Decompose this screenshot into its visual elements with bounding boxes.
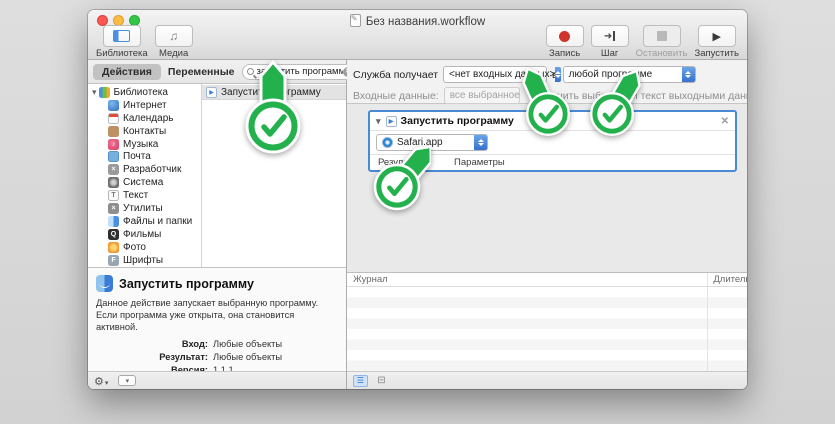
- checkmark-marker-application-popup: [590, 69, 641, 136]
- category-text[interactable]: T Текст: [88, 189, 201, 202]
- input-data-label: Входные данные:: [353, 89, 439, 102]
- category-contacts[interactable]: Контакты: [88, 125, 201, 138]
- run-button-label: Запустить: [694, 48, 739, 59]
- run-application-action-icon: [206, 86, 217, 98]
- toolbar: Библиотека Медиа Запись Шаг Останов: [88, 25, 747, 60]
- checkmark-marker-search: [245, 59, 301, 154]
- toggle-info-panel-button[interactable]: [118, 375, 137, 386]
- log-rows: [347, 287, 747, 371]
- finder-icon: [96, 275, 113, 292]
- category-label: Шрифты: [123, 254, 164, 266]
- disclosure-triangle-icon[interactable]: [92, 87, 99, 98]
- files-folders-icon: [108, 215, 119, 227]
- category-music[interactable]: ♪ Музыка: [88, 138, 201, 151]
- system-gear-icon: [108, 177, 119, 189]
- log-pane: Журнал Длительность: [347, 272, 747, 371]
- tab-variables[interactable]: Переменные: [161, 64, 242, 80]
- mail-icon: [108, 151, 119, 163]
- run-play-icon: [713, 27, 721, 45]
- spec-value: Любые объекты: [213, 339, 283, 350]
- popup-stepper-icon: [681, 67, 695, 82]
- category-list: Библиотека Интернет Календарь Контакты ♪…: [88, 84, 202, 267]
- log-header: Журнал Длительность: [347, 273, 747, 287]
- category-utilities[interactable]: × Утилиты: [88, 202, 201, 215]
- gear-icon: [94, 372, 104, 389]
- category-pdf[interactable]: PPDF-файлы: [88, 266, 201, 267]
- category-label: Почта: [123, 151, 151, 163]
- automator-window: Без названия.workflow Библиотека Медиа З…: [88, 10, 747, 389]
- action-info-title: Запустить программу: [119, 276, 254, 291]
- utilities-icon: ×: [108, 202, 119, 214]
- spec-label: Результат:: [159, 352, 208, 363]
- category-label: Контакты: [123, 125, 167, 137]
- step-icon: [604, 31, 615, 42]
- action-spec-table: Вход: Любые объекты Результат: Любые объ…: [96, 339, 338, 371]
- category-mail[interactable]: Почта: [88, 150, 201, 163]
- popup-stepper-icon: [474, 135, 487, 150]
- spec-label: Вход:: [181, 339, 208, 350]
- calendar-icon: [108, 112, 119, 124]
- input-data-value: все выбранное: [449, 90, 520, 101]
- log-bottom-bar: [347, 371, 747, 389]
- checkmark-marker-app-chooser: [373, 145, 431, 211]
- run-button[interactable]: Запустить: [694, 25, 739, 59]
- fonts-icon: F: [108, 254, 119, 266]
- category-label: Календарь: [123, 112, 174, 124]
- category-label: Файлы и папки: [123, 215, 193, 227]
- category-calendar[interactable]: Календарь: [88, 112, 201, 125]
- category-label: Текст: [123, 190, 149, 202]
- category-label: Музыка: [123, 138, 159, 150]
- category-system[interactable]: Система: [88, 176, 201, 189]
- developer-icon: ×: [108, 164, 119, 176]
- media-toolbar-button[interactable]: Медиа: [154, 25, 193, 59]
- category-label: Интернет: [123, 99, 167, 111]
- music-icon: ♪: [108, 138, 119, 150]
- spec-value: Любые объекты: [213, 352, 283, 363]
- library-columns-icon: [113, 30, 131, 42]
- library-books-icon: [98, 86, 110, 98]
- media-button-label: Медиа: [159, 48, 189, 59]
- category-label: Система: [123, 177, 164, 189]
- chevron-down-icon: [104, 372, 109, 389]
- action-menu-button[interactable]: [94, 372, 108, 390]
- library-toolbar-button[interactable]: Библиотека: [96, 25, 148, 59]
- action-info-panel: Запустить программу Данное действие запу…: [88, 268, 346, 371]
- action-description: Данное действие запускает выбранную прог…: [96, 298, 319, 333]
- remove-action-icon[interactable]: [721, 116, 729, 127]
- stop-icon: [656, 31, 667, 41]
- category-internet[interactable]: Интернет: [88, 99, 201, 112]
- category-label: Библиотека: [113, 86, 168, 98]
- log-duration-column-header[interactable]: Длительность: [708, 273, 747, 286]
- desktop-background: Без названия.workflow Библиотека Медиа З…: [0, 0, 835, 424]
- media-note-icon: [169, 27, 178, 45]
- log-compact-view-button[interactable]: [374, 375, 389, 387]
- contacts-icon: [108, 125, 119, 137]
- movies-icon: Q: [108, 228, 119, 240]
- category-fonts[interactable]: F Шрифты: [88, 254, 201, 267]
- globe-icon: [108, 99, 119, 111]
- category-photos[interactable]: Фото: [88, 241, 201, 254]
- tab-actions[interactable]: Действия: [93, 63, 161, 80]
- category-label: Фото: [123, 241, 146, 253]
- service-receives-label: Служба получает: [353, 68, 439, 81]
- sidebar-bottom-bar: [88, 371, 346, 389]
- category-developer[interactable]: × Разработчик: [88, 163, 201, 176]
- window-chrome: Без названия.workflow Библиотека Медиа З…: [88, 10, 747, 60]
- category-label: Фильмы: [123, 228, 162, 240]
- input-data-popup: все выбранное: [443, 87, 520, 104]
- category-files-folders[interactable]: Файлы и папки: [88, 215, 201, 228]
- text-icon: T: [108, 190, 119, 202]
- category-label: Утилиты: [123, 202, 163, 214]
- options-link[interactable]: Параметры: [454, 157, 505, 168]
- library-root-item[interactable]: Библиотека: [88, 86, 201, 99]
- checkmark-marker-input-popup: [522, 67, 570, 136]
- category-movies[interactable]: Q Фильмы: [88, 228, 201, 241]
- record-icon: [559, 30, 571, 42]
- log-journal-column-header[interactable]: Журнал: [347, 273, 709, 286]
- category-label: Разработчик: [123, 164, 182, 176]
- log-list-view-button[interactable]: [353, 374, 368, 387]
- photos-icon: [108, 241, 119, 253]
- library-button-label: Библиотека: [96, 48, 148, 59]
